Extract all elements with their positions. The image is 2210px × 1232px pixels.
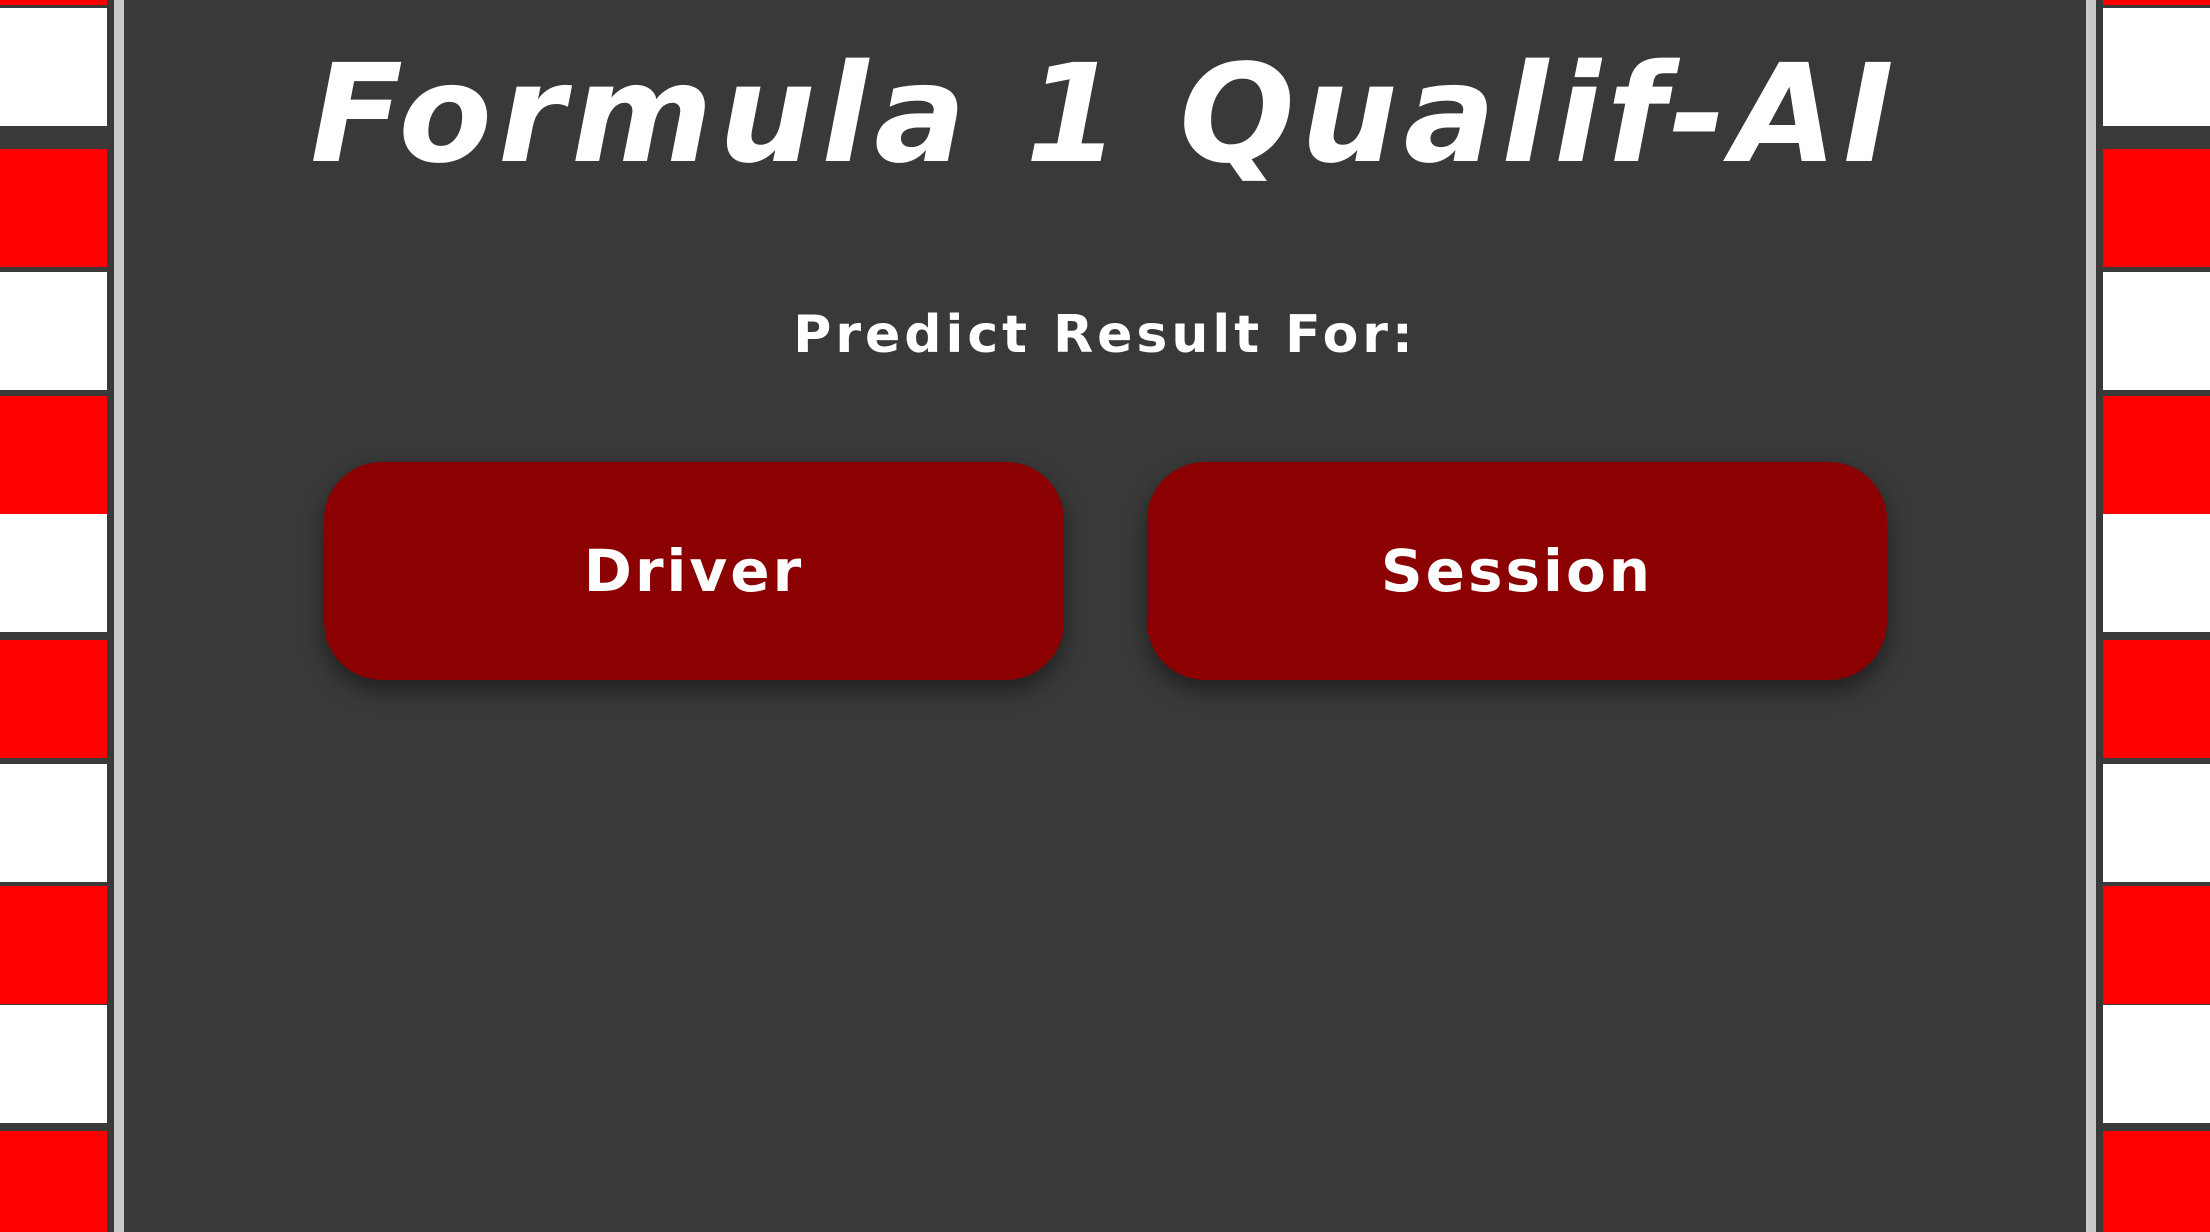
app-page: Formula 1 Qualif-AI Predict Result For: … [0,0,2210,1232]
right-curb-decoration [2103,0,2210,1232]
right-track-edge [2086,0,2096,1232]
prompt-heading: Predict Result For: [793,305,1417,365]
page-title: Formula 1 Qualif-AI [310,36,1900,194]
driver-button[interactable]: Driver [324,462,1064,680]
left-track-edge [114,0,124,1232]
session-button[interactable]: Session [1147,462,1887,680]
left-curb-decoration [0,0,107,1232]
